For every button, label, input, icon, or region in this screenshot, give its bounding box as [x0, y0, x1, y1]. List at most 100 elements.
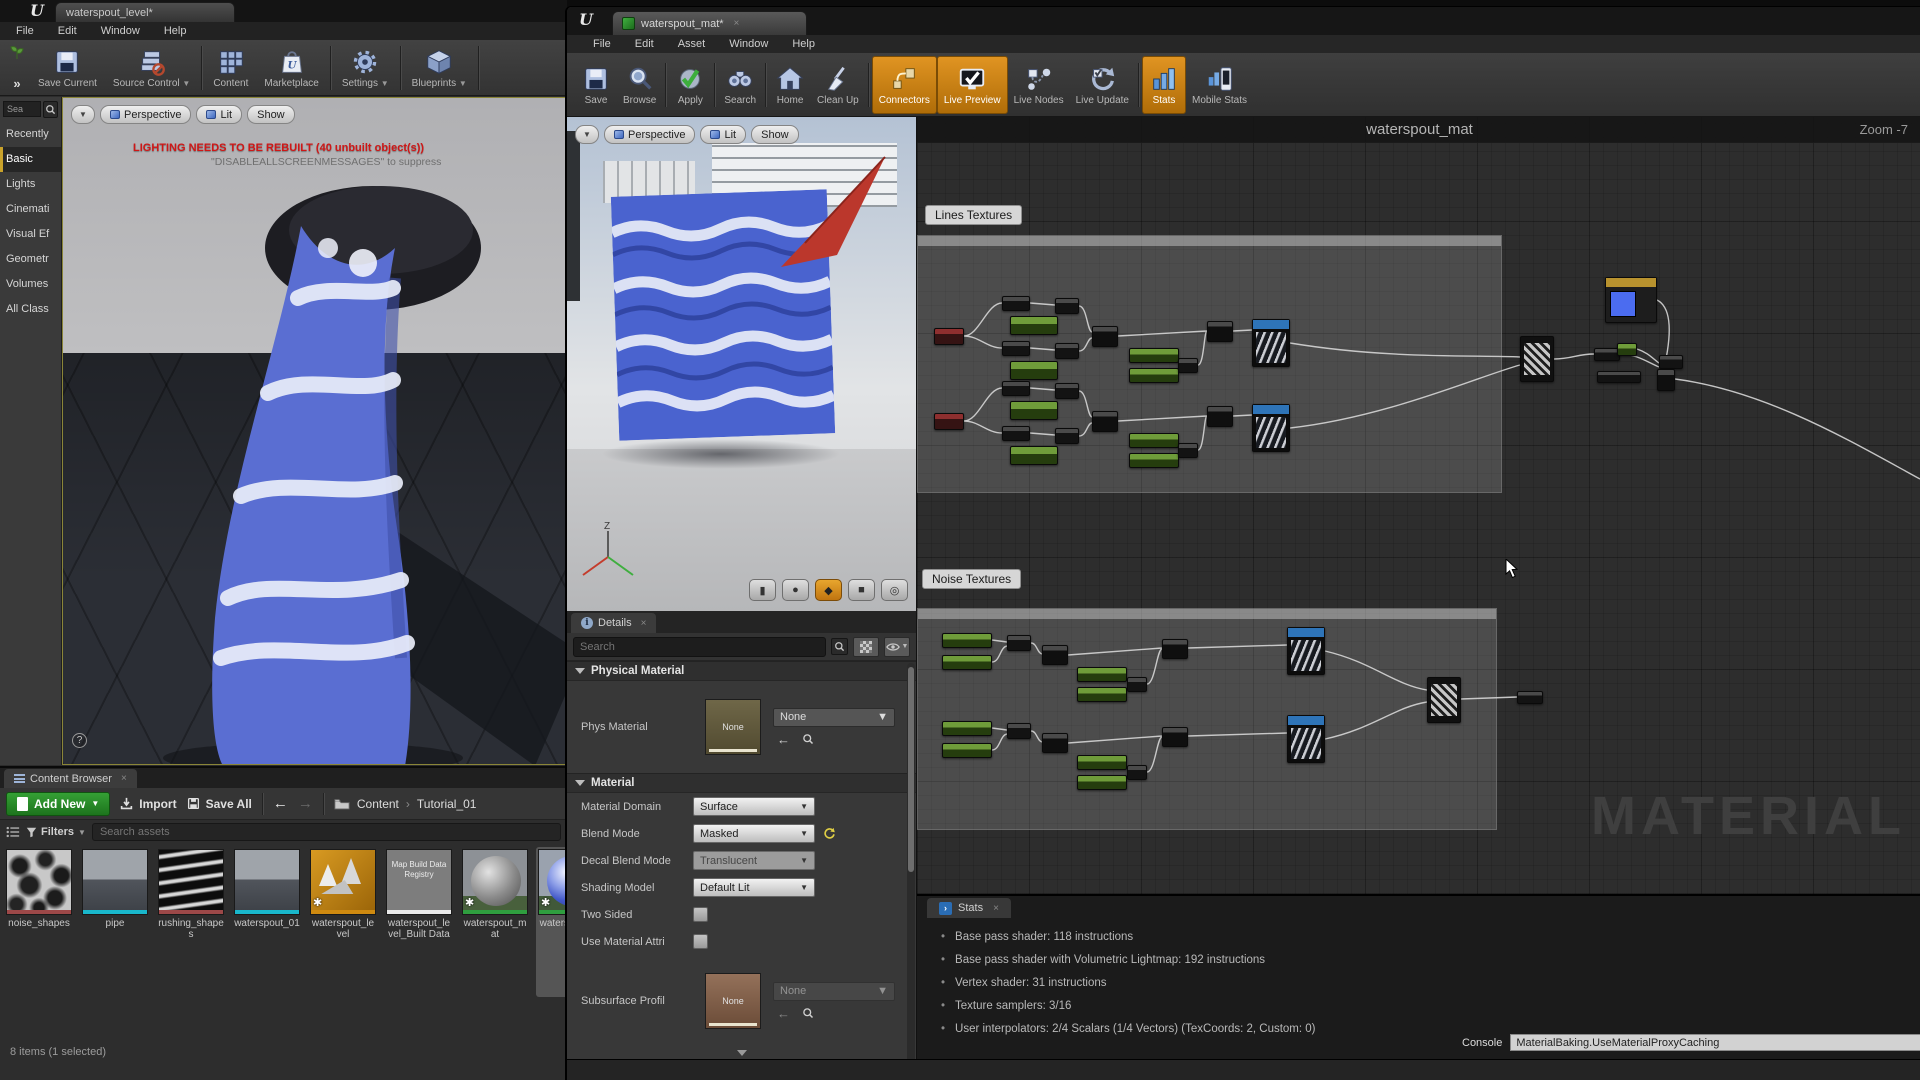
perspective-button[interactable]: Perspective — [604, 125, 695, 144]
menu-help[interactable]: Help — [152, 25, 199, 37]
filters-button[interactable]: Filters ▼ — [26, 826, 86, 838]
toolbar-button-live-preview[interactable]: Live Preview — [937, 56, 1008, 114]
toolbar-button-clean-up[interactable]: Clean Up — [811, 56, 865, 114]
details-tab[interactable]: i Details × — [571, 613, 656, 633]
category-all-class[interactable]: All Class — [0, 297, 61, 322]
browse-icon[interactable] — [802, 1007, 814, 1019]
graph-node-comb[interactable] — [1162, 639, 1188, 659]
graph-node-red[interactable] — [934, 413, 964, 430]
material-tab[interactable]: waterspout_mat* × — [612, 11, 807, 35]
graph-node-green[interactable] — [1010, 361, 1058, 380]
graph-node-tex[interactable] — [1252, 319, 1290, 367]
graph-node-mask[interactable] — [1127, 765, 1147, 780]
details-search-input[interactable] — [573, 637, 826, 657]
graph-node-mask[interactable] — [1178, 358, 1198, 373]
search-icon[interactable] — [831, 638, 848, 655]
graph-node-mask[interactable] — [1127, 677, 1147, 692]
graph-node-green[interactable] — [1129, 433, 1179, 448]
graph-node-mask[interactable] — [1007, 635, 1031, 651]
asset-waterspout-level[interactable]: ✱ waterspout_level — [308, 847, 378, 997]
asset-waterspout-level-built-data[interactable]: Map Build Data Registry waterspout_level… — [384, 847, 454, 997]
back-arrow-icon[interactable]: ← — [273, 795, 288, 812]
comment-frame-lines-textures[interactable] — [917, 235, 1502, 493]
use-material-attributes-checkbox[interactable] — [693, 934, 708, 949]
graph-node-comb[interactable] — [1162, 727, 1188, 747]
graph-node-comb[interactable] — [1207, 321, 1233, 342]
material-graph-canvas[interactable]: Lines Textures Noise Textures MATERIAL w… — [917, 117, 1920, 894]
close-icon[interactable]: × — [734, 18, 740, 29]
toolbar-button-browse[interactable]: Browse — [617, 56, 662, 114]
graph-node-tex[interactable] — [1252, 404, 1290, 452]
breadcrumb-root[interactable]: Content — [357, 797, 399, 811]
display-filter-button[interactable]: ▼ — [884, 637, 910, 657]
graph-node-mask[interactable] — [1002, 381, 1030, 396]
toolbar-button-marketplace[interactable]: U Marketplace — [256, 42, 326, 94]
asset-noise-shapes[interactable]: noise_shapes — [4, 847, 74, 997]
menu-file[interactable]: File — [4, 25, 46, 37]
category-visual-ef[interactable]: Visual Ef — [0, 222, 61, 247]
category-lights[interactable]: Lights — [0, 172, 61, 197]
section-material[interactable]: Material — [567, 773, 916, 793]
close-icon[interactable]: × — [641, 618, 647, 629]
comment-frame-noise-textures[interactable] — [917, 608, 1497, 830]
level-tab[interactable]: waterspout_level* — [55, 2, 235, 22]
graph-node-mask[interactable] — [1659, 355, 1683, 369]
viewport-options-dropdown[interactable]: ▼ — [575, 125, 599, 144]
subsurface-profile-thumbnail[interactable]: None — [705, 973, 761, 1029]
perspective-button[interactable]: Perspective — [100, 105, 191, 124]
two-sided-checkbox[interactable] — [693, 907, 708, 922]
graph-node-green[interactable] — [942, 743, 992, 758]
content-browser-tab[interactable]: Content Browser × — [4, 769, 137, 788]
toolbar-button-stats[interactable]: Stats — [1142, 56, 1186, 114]
show-button[interactable]: Show — [751, 125, 799, 144]
graph-node-green[interactable] — [1129, 348, 1179, 363]
graph-node-bluevec[interactable] — [1605, 277, 1657, 323]
browse-icon[interactable] — [802, 733, 814, 745]
comment-label-lines-textures[interactable]: Lines Textures — [925, 205, 1022, 225]
graph-node-green[interactable] — [1077, 755, 1127, 770]
toolbar-button-apply[interactable]: Apply — [669, 56, 711, 114]
graph-node-tex[interactable] — [1287, 715, 1325, 763]
use-selected-icon[interactable]: ← — [777, 732, 790, 747]
graph-node-green[interactable] — [942, 655, 992, 670]
category-geometr[interactable]: Geometr — [0, 247, 61, 272]
mesh-shape-button[interactable]: ◎ — [881, 579, 908, 601]
graph-node-mask[interactable] — [1055, 383, 1079, 399]
graph-node-green[interactable] — [1010, 401, 1058, 420]
property-matrix-button[interactable] — [853, 637, 879, 657]
graph-node-green[interactable] — [1129, 368, 1179, 383]
asset-pipe[interactable]: pipe — [80, 847, 150, 997]
translate-gizmo-arrow[interactable] — [685, 133, 895, 313]
toolbar-button-mobile-stats[interactable]: Mobile Stats — [1186, 56, 1253, 114]
graph-node-green[interactable] — [1129, 453, 1179, 468]
menu-asset[interactable]: Asset — [666, 38, 718, 50]
console-input[interactable] — [1510, 1034, 1920, 1051]
breadcrumb-current[interactable]: Tutorial_01 — [417, 797, 477, 811]
graph-node-lerp[interactable] — [1520, 336, 1554, 382]
graph-node-comb[interactable] — [1092, 411, 1118, 432]
shading-model-dropdown[interactable]: Default Lit▼ — [693, 878, 815, 897]
graph-node-green[interactable] — [1010, 446, 1058, 465]
reset-to-default-icon[interactable] — [823, 827, 836, 840]
show-button[interactable]: Show — [247, 105, 295, 124]
sphere-shape-button[interactable]: ● — [782, 579, 809, 601]
asset-waterspout-mat[interactable]: ✱ waterspout_mat — [460, 847, 530, 997]
graph-node-green[interactable] — [1010, 316, 1058, 335]
graph-node-comb[interactable] — [1092, 326, 1118, 347]
add-new-button[interactable]: Add New ▼ — [6, 792, 110, 816]
graph-node-mask[interactable] — [1055, 428, 1079, 444]
advanced-expander[interactable] — [567, 1047, 916, 1059]
toolbar-button-settings[interactable]: Settings ▼ — [334, 42, 397, 94]
asset-rushing-shapes[interactable]: rushing_shapes — [156, 847, 226, 997]
close-icon[interactable]: × — [121, 773, 127, 784]
level-viewport[interactable]: ▼ Perspective Lit Show LIGHTING NEEDS TO… — [62, 97, 567, 765]
expand-chevrons-icon[interactable]: » — [13, 76, 20, 91]
toolbar-button-live-nodes[interactable]: Live Nodes — [1008, 56, 1070, 114]
graph-node-green[interactable] — [1077, 687, 1127, 702]
graph-node-mask[interactable] — [1178, 443, 1198, 458]
graph-node-green[interactable] — [1617, 343, 1637, 356]
category-basic[interactable]: Basic — [0, 147, 61, 172]
category-volumes[interactable]: Volumes — [0, 272, 61, 297]
section-physical-material[interactable]: Physical Material — [567, 661, 916, 681]
details-scrollbar[interactable] — [907, 663, 915, 1079]
